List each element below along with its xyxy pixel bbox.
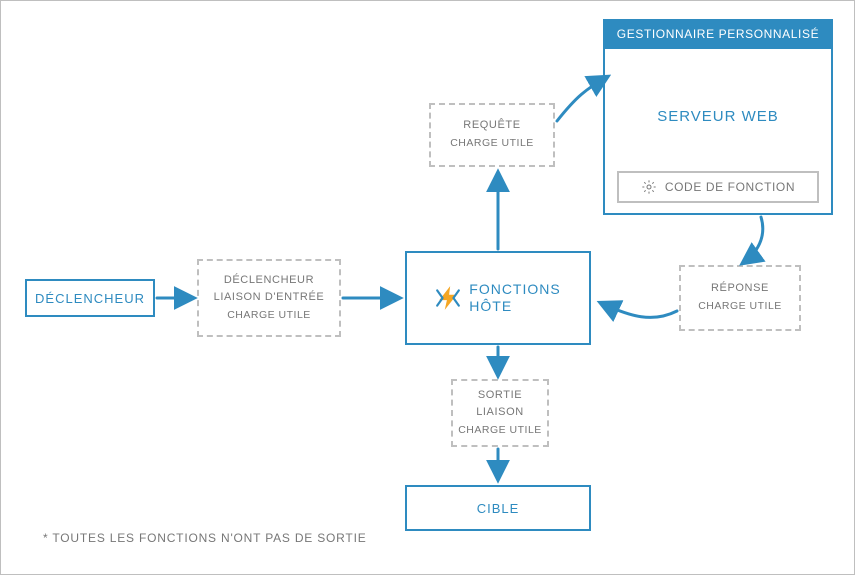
- arrow-request-to-server: [557, 77, 607, 121]
- request-box: REQUÊTE CHARGE UTILE: [429, 103, 555, 167]
- response-text: RÉPONSE CHARGE UTILE: [698, 280, 782, 315]
- custom-handler-header-label: GESTIONNAIRE PERSONNALISÉ: [617, 27, 819, 41]
- trigger-binding-text: DÉCLENCHEUR LIAISON D'ENTRÉE CHARGE UTIL…: [214, 272, 325, 325]
- functions-host-text: FONCTIONS HÔTE: [469, 281, 560, 316]
- custom-handler-body: SERVEUR WEB CODE DE FONCTION: [603, 49, 833, 215]
- arrow-response-to-host: [601, 303, 677, 317]
- output-binding-text: SORTIE LIAISON CHARGE UTILE: [458, 387, 542, 440]
- trigger-binding-box: DÉCLENCHEUR LIAISON D'ENTRÉE CHARGE UTIL…: [197, 259, 341, 337]
- functions-host-content: FONCTIONS HÔTE: [435, 281, 560, 316]
- lightning-icon: [435, 285, 461, 311]
- footnote: * TOUTES LES FONCTIONS N'ONT PAS DE SORT…: [43, 531, 367, 545]
- request-text: REQUÊTE CHARGE UTILE: [450, 117, 534, 152]
- web-server-label: SERVEUR WEB: [657, 108, 779, 125]
- response-box: RÉPONSE CHARGE UTILE: [679, 265, 801, 331]
- function-code-label: CODE DE FONCTION: [665, 180, 795, 194]
- trigger-label: DÉCLENCHEUR: [35, 291, 145, 306]
- gear-icon: [641, 179, 657, 195]
- custom-handler-header: GESTIONNAIRE PERSONNALISÉ: [603, 19, 833, 49]
- target-label: CIBLE: [477, 501, 520, 516]
- target-box: CIBLE: [405, 485, 591, 531]
- diagram-frame: DÉCLENCHEUR DÉCLENCHEUR LIAISON D'ENTRÉE…: [0, 0, 855, 575]
- trigger-box: DÉCLENCHEUR: [25, 279, 155, 317]
- arrow-server-to-response: [743, 217, 763, 263]
- function-code-row: CODE DE FONCTION: [617, 171, 819, 203]
- functions-host-box: FONCTIONS HÔTE: [405, 251, 591, 345]
- output-binding-box: SORTIE LIAISON CHARGE UTILE: [451, 379, 549, 447]
